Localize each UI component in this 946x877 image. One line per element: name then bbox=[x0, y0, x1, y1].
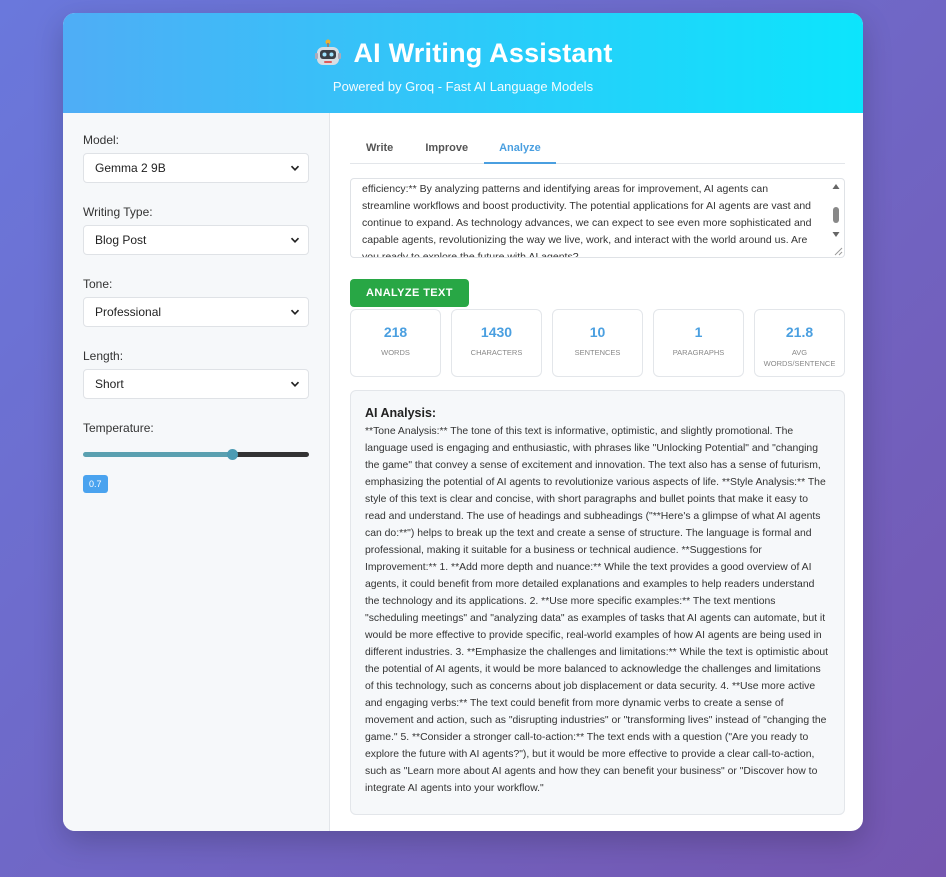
stat-label: AVG WORDS/SENTENCE bbox=[763, 348, 836, 368]
temperature-value-badge: 0.7 bbox=[83, 475, 108, 493]
writing-type-label: Writing Type: bbox=[83, 205, 153, 219]
tab-improve[interactable]: Improve bbox=[409, 133, 484, 164]
stat-label: CHARACTERS bbox=[470, 348, 523, 357]
slider-thumb[interactable] bbox=[227, 449, 239, 460]
model-select[interactable]: Gemma 2 9B bbox=[83, 153, 309, 183]
analysis-title: AI Analysis: bbox=[365, 406, 437, 420]
tab-write[interactable]: Write bbox=[350, 133, 409, 164]
model-select-value: Gemma 2 9B bbox=[95, 161, 166, 175]
model-label: Model: bbox=[83, 133, 120, 147]
tone-label: Tone: bbox=[83, 277, 113, 291]
app-subtitle: Powered by Groq - Fast AI Language Model… bbox=[332, 79, 594, 94]
stat-card: 1 PARAGRAPHS bbox=[653, 309, 744, 377]
scrollbar[interactable] bbox=[830, 181, 842, 245]
tab-analyze[interactable]: Analyze bbox=[484, 133, 556, 164]
writing-type-select[interactable]: Blog Post bbox=[83, 225, 309, 255]
stat-value: 21.8 bbox=[785, 324, 814, 340]
stat-label: PARAGRAPHS bbox=[672, 348, 725, 357]
resize-handle-icon[interactable] bbox=[830, 243, 843, 256]
robot-icon bbox=[313, 39, 343, 69]
stat-card: 1430 CHARACTERS bbox=[451, 309, 542, 377]
stat-card: 218 WORDS bbox=[350, 309, 441, 377]
stat-value: 1430 bbox=[480, 324, 513, 340]
chevron-down-icon bbox=[290, 165, 300, 172]
stat-card: 21.8 AVG WORDS/SENTENCE bbox=[754, 309, 845, 377]
tab-bar: Write Improve Analyze bbox=[350, 133, 845, 164]
length-select[interactable]: Short bbox=[83, 369, 309, 399]
analyze-text-button[interactable]: ANALYZE TEXT bbox=[350, 279, 469, 307]
temperature-label: Temperature: bbox=[83, 421, 154, 435]
stat-card: 10 SENTENCES bbox=[552, 309, 643, 377]
app-header: AI Writing Assistant Powered by Groq - F… bbox=[63, 13, 863, 113]
chevron-down-icon bbox=[290, 237, 300, 244]
stat-value: 218 bbox=[383, 324, 408, 340]
stat-value: 10 bbox=[589, 324, 606, 340]
writing-type-select-value: Blog Post bbox=[95, 233, 147, 247]
stat-label: WORDS bbox=[381, 348, 410, 357]
temperature-slider[interactable] bbox=[83, 447, 309, 461]
ai-analysis-panel: AI Analysis: **Tone Analysis:** The tone… bbox=[350, 390, 845, 815]
text-input-content: efficiency:** By analyzing patterns and … bbox=[362, 183, 812, 258]
app-card: AI Writing Assistant Powered by Groq - F… bbox=[63, 13, 863, 831]
slider-track bbox=[232, 452, 309, 457]
chevron-down-icon bbox=[290, 381, 300, 388]
length-label: Length: bbox=[83, 349, 124, 363]
slider-track-fill bbox=[83, 452, 233, 457]
text-stats: 218 WORDS 1430 CHARACTERS 10 SENTENCES 1… bbox=[350, 309, 845, 377]
chevron-down-icon bbox=[290, 309, 300, 316]
main-panel: Write Improve Analyze efficiency:** By a… bbox=[330, 113, 863, 831]
settings-sidebar: Model: Gemma 2 9B Writing Type: Blog Pos… bbox=[63, 113, 330, 831]
app-title: AI Writing Assistant bbox=[353, 38, 613, 68]
tone-select-value: Professional bbox=[95, 305, 162, 319]
length-select-value: Short bbox=[95, 377, 124, 391]
stat-value: 1 bbox=[694, 324, 703, 340]
text-input-area[interactable]: efficiency:** By analyzing patterns and … bbox=[350, 178, 845, 258]
analysis-text: **Tone Analysis:** The tone of this text… bbox=[365, 426, 829, 794]
tone-select[interactable]: Professional bbox=[83, 297, 309, 327]
stat-label: SENTENCES bbox=[574, 348, 621, 357]
